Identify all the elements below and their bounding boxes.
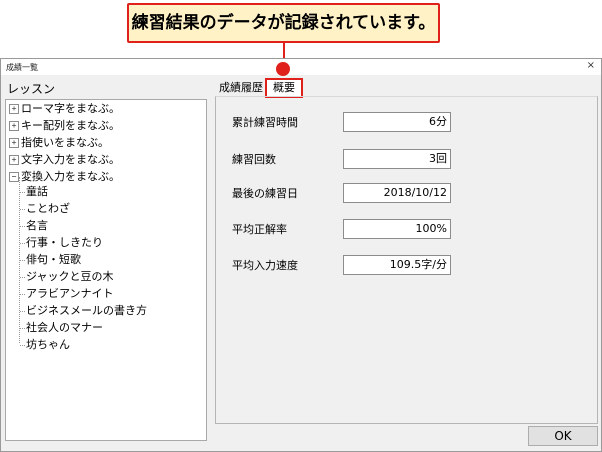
lesson-tree[interactable]: + ローマ字をまなぶ。 + キー配列をまなぶ。 + 指使いをまなぶ。 + 文字入力をまな… — [5, 99, 207, 441]
tab-summary[interactable]: 概要 — [265, 78, 303, 98]
tree-item-fingering[interactable]: + 指使いをまなぶ。 — [9, 135, 109, 151]
tree-child-label: ことわざ — [26, 202, 70, 215]
tree-item-label: 文字入力をまなぶ。 — [21, 153, 120, 166]
window-title: 成績一覧 — [6, 63, 38, 72]
tree-child-item[interactable]: アラビアンナイト — [20, 286, 114, 302]
last-practice-date-value: 2018/10/12 — [343, 183, 451, 203]
callout-box: 練習結果のデータが記録されています。 — [127, 3, 440, 43]
tree-child-label: ビジネスメールの書き方 — [26, 304, 147, 317]
tree-item-romaji[interactable]: + ローマ字をまなぶ。 — [9, 101, 120, 117]
total-time-value: 6分 — [343, 112, 451, 132]
title-bar: 成績一覧 × — [1, 59, 601, 75]
callout-marker-dot — [276, 62, 290, 76]
practice-count-label: 練習回数 — [232, 153, 276, 166]
tree-child-label: 名言 — [26, 219, 48, 232]
tree-child-label: 行事・しきたり — [26, 236, 103, 249]
close-icon[interactable]: × — [587, 60, 595, 72]
tree-item-label: 変換入力をまなぶ。 — [21, 170, 120, 183]
total-time-label: 累計練習時間 — [232, 116, 298, 129]
tree-child-label: ジャックと豆の木 — [26, 270, 114, 283]
expand-icon[interactable]: + — [9, 138, 19, 148]
tree-item-label: ローマ字をまなぶ。 — [21, 102, 120, 115]
tree-child-item[interactable]: 社会人のマナー — [20, 320, 103, 336]
tree-child-item[interactable]: 坊ちゃん — [20, 337, 70, 353]
tree-child-item[interactable]: ジャックと豆の木 — [20, 269, 113, 285]
expand-icon[interactable]: + — [9, 104, 19, 114]
tree-child-item[interactable]: 童話 — [20, 184, 48, 200]
tree-item-label: キー配列をまなぶ。 — [21, 119, 120, 132]
average-speed-value: 109.5字/分 — [343, 255, 451, 275]
average-accuracy-label: 平均正解率 — [232, 223, 287, 236]
average-speed-label: 平均入力速度 — [232, 259, 298, 272]
last-practice-date-label: 最後の練習日 — [232, 187, 298, 200]
tree-item-key-layout[interactable]: + キー配列をまなぶ。 — [9, 118, 120, 134]
expand-icon[interactable]: + — [9, 155, 19, 165]
expand-icon[interactable]: + — [9, 121, 19, 131]
tree-item-conversion-input[interactable]: − 変換入力をまなぶ。 — [9, 169, 120, 185]
tree-child-item[interactable]: 俳句・短歌 — [20, 252, 81, 268]
tree-child-label: アラビアンナイト — [26, 287, 114, 300]
lesson-pane-title: レッスン — [7, 82, 56, 96]
tree-child-item[interactable]: ことわざ — [20, 201, 70, 217]
tree-item-char-input[interactable]: + 文字入力をまなぶ。 — [9, 152, 120, 168]
collapse-icon[interactable]: − — [9, 172, 19, 182]
practice-count-value: 3回 — [343, 149, 451, 169]
tree-item-label: 指使いをまなぶ。 — [21, 136, 109, 149]
tree-child-label: 童話 — [26, 185, 48, 198]
tree-child-item[interactable]: 行事・しきたり — [20, 235, 103, 251]
tree-child-item[interactable]: ビジネスメールの書き方 — [20, 303, 147, 319]
tree-child-label: 俳句・短歌 — [26, 253, 81, 266]
ok-button[interactable]: OK — [528, 426, 598, 446]
tree-child-label: 坊ちゃん — [26, 338, 70, 351]
average-accuracy-value: 100% — [343, 219, 451, 239]
results-dialog: 成績一覧 × レッスン + ローマ字をまなぶ。 + キー配列をまなぶ。 + 指使いをま… — [0, 58, 602, 452]
tab-history[interactable]: 成績履歴 — [219, 79, 267, 97]
callout-text: 練習結果のデータが記録されています。 — [131, 13, 436, 33]
tree-child-item[interactable]: 名言 — [20, 218, 48, 234]
tree-child-label: 社会人のマナー — [26, 321, 103, 334]
